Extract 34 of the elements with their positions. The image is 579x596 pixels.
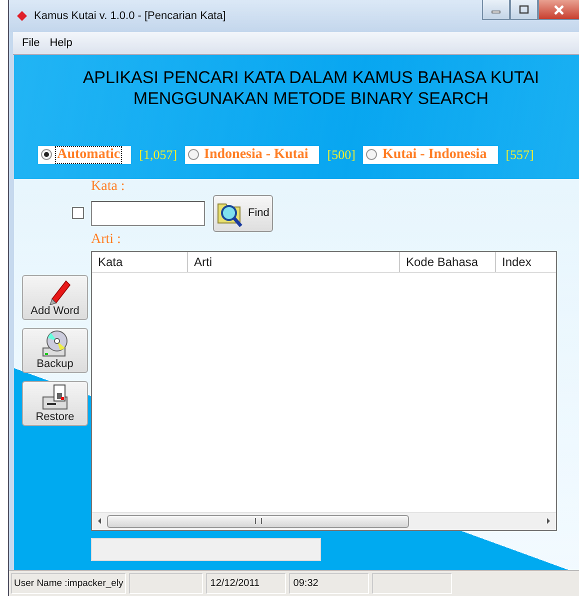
diamond-icon: [16, 10, 28, 22]
column-header[interactable]: Kata: [92, 252, 188, 272]
status-user: User Name :impacker_ely: [11, 573, 126, 594]
status-time: 09:32: [289, 573, 370, 594]
column-header[interactable]: Index: [496, 252, 556, 272]
drive-icon: [40, 382, 70, 411]
maximize-icon: [519, 5, 529, 14]
checkbox[interactable]: [72, 207, 84, 220]
radio-button[interactable]: [366, 149, 378, 160]
column-header[interactable]: Arti: [188, 252, 400, 272]
find-button[interactable]: Find: [213, 194, 273, 232]
close-button[interactable]: [538, 0, 579, 20]
status-date: 12/12/2011: [206, 573, 286, 594]
word-count: [557]: [506, 146, 534, 163]
radio-button[interactable]: [41, 149, 52, 160]
field-label: Arti :: [91, 232, 122, 249]
column-header[interactable]: Kode Bahasa: [400, 252, 496, 272]
word-count: [1,057]: [139, 146, 178, 163]
search-field[interactable]: [91, 200, 205, 226]
app-heading: APLIKASI PENCARI KATA DALAM KAMUS BAHASA KUTAI: [82, 66, 540, 88]
sidebar-button[interactable]: Restore: [22, 380, 88, 426]
window-title: Kamus Kutai v. 1.0.0 - [Pencarian Kata]: [34, 10, 227, 22]
sidebar-button[interactable]: Add Word: [22, 274, 88, 320]
sidebar-button[interactable]: Backup: [22, 328, 88, 373]
disc-drive-icon: [40, 330, 70, 358]
horizontal-scrollbar[interactable]: [92, 512, 556, 530]
menu-item[interactable]: Help: [44, 36, 78, 49]
field-label: Kata :: [91, 178, 126, 195]
radio-button[interactable]: [188, 149, 200, 160]
word-count: [500]: [327, 146, 356, 163]
maximize-button[interactable]: [510, 0, 538, 20]
app-heading: MENGGUNAKAN METODE BINARY SEARCH: [133, 88, 489, 109]
menu-item[interactable]: File: [17, 36, 45, 49]
close-icon: [553, 4, 565, 14]
